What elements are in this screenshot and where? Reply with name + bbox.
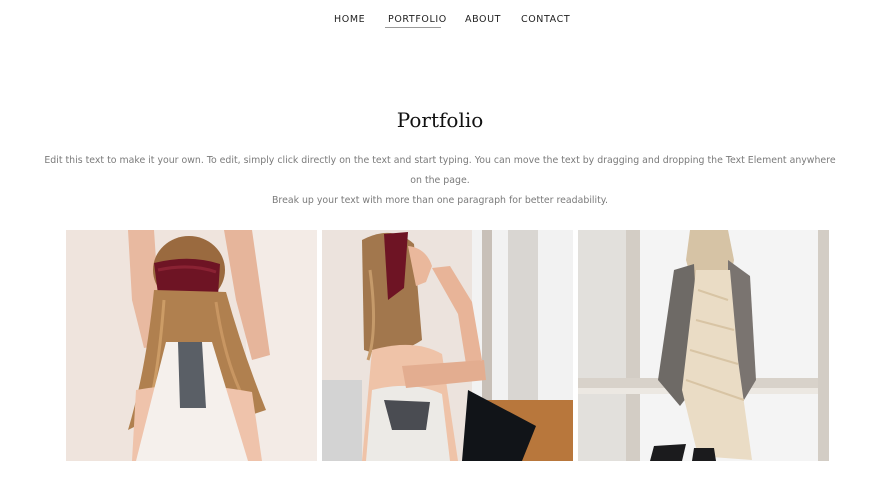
description-line-2: Break up your text with more than one pa…	[271, 195, 608, 206]
main-navigation: HOME PORTFOLIO ABOUT CONTACT	[0, 0, 880, 40]
nav-item-about[interactable]: ABOUT	[465, 14, 501, 25]
photo-woman-seated-profile	[322, 230, 573, 461]
page-description: Edit this text to make it your own. To e…	[40, 151, 840, 211]
page-title: Portfolio	[396, 108, 484, 132]
nav-item-home[interactable]: HOME	[334, 14, 365, 25]
nav-item-portfolio[interactable]: PORTFOLIO	[388, 14, 447, 25]
gallery-image-1[interactable]	[66, 230, 317, 461]
nav-item-contact[interactable]: CONTACT	[521, 14, 570, 25]
photo-woman-back-view	[66, 230, 317, 461]
description-line-1: Edit this text to make it your own. To e…	[44, 155, 836, 186]
gallery-image-2[interactable]	[322, 230, 573, 461]
gallery-image-3[interactable]	[578, 230, 829, 461]
active-nav-underline	[385, 27, 441, 28]
photo-woman-cardigan-window	[578, 230, 829, 461]
portfolio-gallery	[66, 230, 829, 461]
